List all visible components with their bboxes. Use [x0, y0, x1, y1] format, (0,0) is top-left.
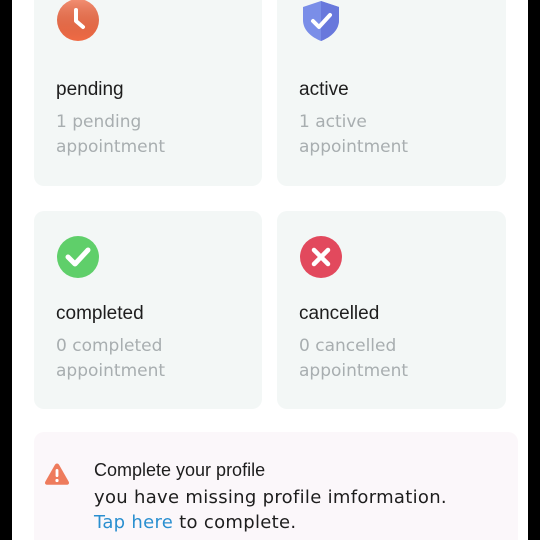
screen: pending 1 pending appointment active 1 a…	[12, 0, 528, 540]
close-icon	[299, 235, 343, 279]
banner-title: Complete your profile	[94, 460, 266, 480]
tap-here-link[interactable]: Tap here	[94, 512, 173, 533]
appointment-label: appointment	[299, 137, 409, 157]
complete-suffix: to complete.	[173, 512, 297, 533]
pending-appointments-card[interactable]: pending 1 pending appointment	[34, 0, 262, 186]
warning-icon	[44, 462, 70, 486]
card-title: cancelled	[299, 303, 380, 324]
card-subtitle: 1 pending appointment	[56, 110, 256, 160]
appointment-label: appointment	[56, 361, 166, 381]
appointment-count: 1 pending	[56, 112, 142, 132]
shield-check-icon	[299, 0, 343, 42]
complete-profile-banner: Complete your profile you have missing p…	[34, 432, 518, 540]
card-title: completed	[56, 303, 144, 324]
card-title: active	[299, 79, 349, 100]
checkmark-icon	[56, 235, 100, 279]
active-appointments-card[interactable]: active 1 active appointment	[277, 0, 506, 186]
clock-icon	[56, 0, 100, 42]
banner-message: you have missing profile imformation. Ta…	[94, 485, 447, 535]
missing-info-text: you have missing profile imformation.	[94, 487, 447, 508]
card-title: pending	[56, 79, 124, 100]
card-subtitle: 1 active appointment	[299, 110, 499, 160]
appointment-count: 0 cancelled	[299, 336, 397, 356]
card-subtitle: 0 completed appointment	[56, 334, 256, 384]
completed-appointments-card[interactable]: completed 0 completed appointment	[34, 211, 262, 409]
tap-here-line: Tap here to complete.	[94, 510, 447, 535]
cancelled-appointments-card[interactable]: cancelled 0 cancelled appointment	[277, 211, 506, 409]
card-subtitle: 0 cancelled appointment	[299, 334, 499, 384]
appointment-label: appointment	[56, 137, 166, 157]
appointment-count: 0 completed	[56, 336, 163, 356]
appointment-label: appointment	[299, 361, 409, 381]
appointment-count: 1 active	[299, 112, 367, 132]
